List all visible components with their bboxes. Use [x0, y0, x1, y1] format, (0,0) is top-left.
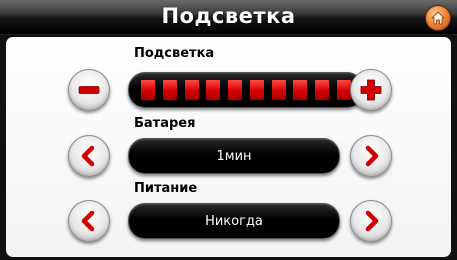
backlight-level-segment — [141, 80, 155, 100]
chevron-right-icon — [365, 145, 379, 167]
backlight-level-segment — [336, 80, 351, 100]
backlight-level-segment — [206, 80, 221, 100]
power-label: Питание — [134, 181, 198, 196]
backlight-decrease-button[interactable] — [68, 69, 110, 111]
minus-icon — [78, 86, 100, 94]
power-value: Никогда — [205, 213, 263, 229]
battery-next-button[interactable] — [350, 135, 392, 177]
backlight-label: Подсветка — [134, 46, 215, 61]
battery-value: 1мин — [216, 148, 252, 164]
backlight-level-segment — [228, 80, 243, 100]
backlight-level-segment — [184, 80, 199, 100]
backlight-increase-button[interactable] — [350, 69, 392, 111]
chevron-left-icon — [81, 145, 95, 167]
power-value-display: Никогда — [128, 203, 340, 239]
page-title: Подсветка — [161, 4, 296, 28]
backlight-level-segment — [315, 80, 330, 100]
backlight-level-segment — [162, 80, 177, 100]
plus-icon — [360, 79, 382, 101]
backlight-level-bar — [128, 72, 364, 108]
home-icon — [431, 11, 445, 25]
power-prev-button[interactable] — [68, 200, 110, 242]
home-button[interactable] — [425, 5, 451, 31]
backlight-level-segment — [249, 80, 264, 100]
battery-label: Батарея — [134, 116, 196, 131]
chevron-right-icon — [365, 210, 379, 232]
battery-value-display: 1мин — [128, 138, 340, 174]
chevron-left-icon — [81, 210, 95, 232]
power-next-button[interactable] — [350, 200, 392, 242]
battery-prev-button[interactable] — [68, 135, 110, 177]
title-bar: Подсветка — [0, 0, 457, 35]
backlight-level-segment — [293, 80, 308, 100]
backlight-level-segment — [271, 80, 286, 100]
settings-panel: Подсветка Батарея 1мин Питание Никогда — [6, 37, 451, 257]
